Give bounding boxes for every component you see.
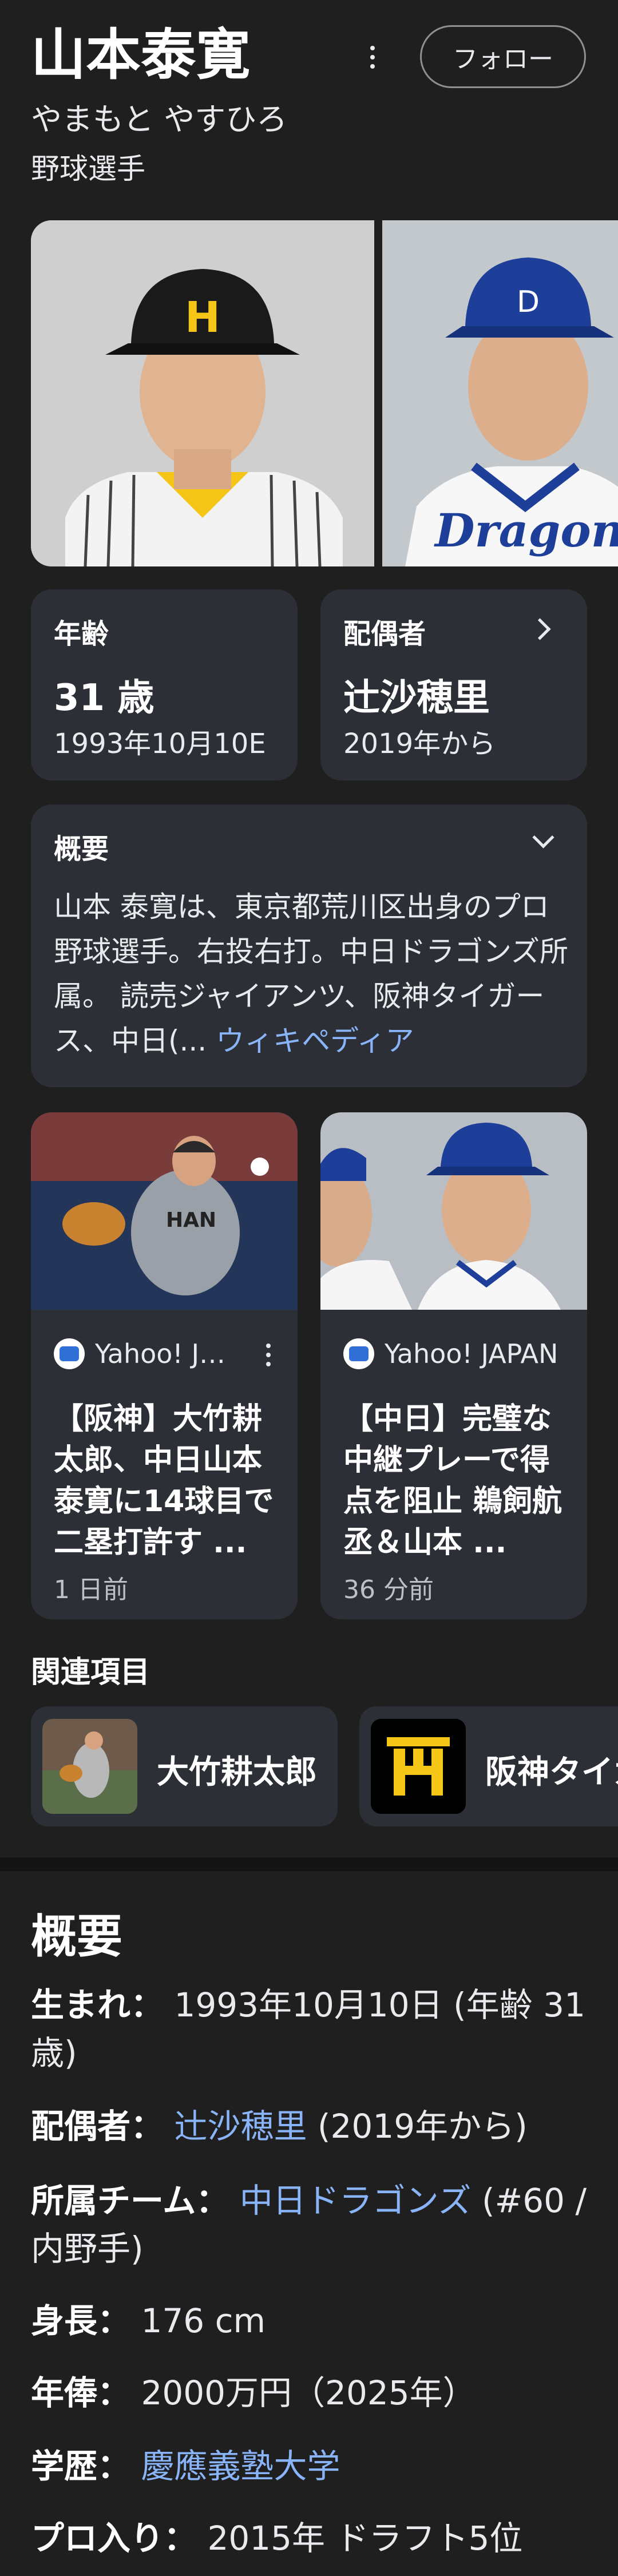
svg-text:Dragons: Dragons (434, 504, 618, 557)
fact-team: 所属チーム： 中日ドラゴンズ (#60 / 内野手) (31, 2177, 592, 2273)
news-source-name: Yahoo! J… (95, 1338, 226, 1369)
news-time: 36 分前 (343, 1575, 434, 1604)
svg-text:HAN: HAN (166, 1208, 216, 1232)
fact-born: 生まれ： 1993年10月10日 (年齢 31歳) (31, 1981, 592, 2077)
spouse-card[interactable]: 配偶者 辻沙穂里 2019年から (320, 589, 587, 780)
education-link[interactable]: 慶應義塾大学 (130, 2447, 340, 2486)
player-photo-dragons[interactable]: Dragons D (382, 220, 618, 566)
related-label: 大竹耕太郎 (157, 1754, 317, 1791)
fact-label: 所属チーム： (31, 2181, 229, 2220)
fact-education: 学歴： 慶應義塾大学 (31, 2442, 592, 2490)
fact-label: 生まれ： (31, 1985, 164, 2024)
fact-value: 176 cm (130, 2301, 266, 2340)
more-vert-icon[interactable] (260, 1341, 277, 1370)
fact-height: 身長： 176 cm (31, 2297, 592, 2345)
spouse-label: 配偶者 (343, 618, 426, 650)
fact-value: 2015年 ドラフト5位 (197, 2519, 523, 2558)
fact-pro-debut: プロ入り： 2015年 ドラフト5位 (31, 2514, 592, 2562)
age-value: 31 歳 (54, 677, 154, 719)
news-card[interactable]: HAN Yahoo! J… 【阪神】大竹耕太郎、中日山本泰寛に14球目で二塁打許… (31, 1112, 298, 1619)
overview-heading: 概要 (31, 1910, 122, 1963)
yahoo-logo-icon (54, 1338, 85, 1369)
related-item[interactable]: 大竹耕太郎 (31, 1706, 338, 1826)
fact-label: 年俸： (31, 2373, 131, 2412)
entity-reading: やまもと やすひろ (31, 101, 288, 137)
tigers-logo-icon (371, 1719, 466, 1814)
overview-text: 山本 泰寛は、東京都荒川区出身のプロ野球選手。右投右打。中日ドラゴンズ所属。 読… (54, 885, 569, 1063)
age-card: 年齢 31 歳 1993年10月10E (31, 589, 298, 780)
fact-label: プロ入り： (31, 2519, 197, 2558)
news-source-name: Yahoo! JAPAN (385, 1338, 558, 1369)
svg-text:H: H (185, 293, 220, 342)
news-source: Yahoo! JAPAN (343, 1338, 558, 1369)
fact-spouse: 配偶者： 辻沙穂里 (2019年から) (31, 2102, 592, 2150)
related-item[interactable]: 阪神タイガ (359, 1706, 618, 1826)
fact-label: 学歴： (31, 2447, 131, 2486)
entity-occupation: 野球選手 (31, 152, 145, 185)
fact-value: (2019年から) (307, 2107, 528, 2146)
player-photo-tigers[interactable]: H (31, 220, 374, 566)
news-headline[interactable]: 【中日】完璧な中継プレーで得点を阻止 鵜飼航丞＆山本 ... (343, 1398, 572, 1563)
birthdate-value: 1993年10月10E (54, 728, 266, 760)
news-thumbnail (320, 1112, 587, 1310)
news-headline[interactable]: 【阪神】大竹耕太郎、中日山本泰寛に14球目で二塁打許す ... (54, 1398, 283, 1563)
chevron-right-icon (529, 618, 551, 640)
fact-label: 配偶者： (31, 2107, 164, 2146)
follow-button[interactable]: フォロー (420, 25, 586, 88)
spouse-since: 2019年から (343, 728, 496, 760)
section-divider (0, 1857, 618, 1871)
news-thumbnail: HAN (31, 1112, 298, 1310)
spouse-link[interactable]: 辻沙穂里 (164, 2107, 307, 2146)
fact-value: 2000万円（2025年） (130, 2373, 476, 2412)
related-label: 阪神タイガ (485, 1754, 618, 1791)
news-card[interactable]: Yahoo! JAPAN 【中日】完璧な中継プレーで得点を阻止 鵜飼航丞＆山本 … (320, 1112, 587, 1619)
overview-card[interactable]: 概要 山本 泰寛は、東京都荒川区出身のプロ野球選手。右投右打。中日ドラゴンズ所属… (31, 804, 587, 1087)
related-thumbnail (42, 1719, 137, 1814)
more-vert-icon[interactable] (355, 40, 389, 74)
news-time: 1 日前 (54, 1575, 128, 1604)
team-link[interactable]: 中日ドラゴンズ (229, 2181, 472, 2220)
chevron-down-icon[interactable] (532, 826, 554, 849)
fact-salary: 年俸： 2000万円（2025年） (31, 2369, 592, 2417)
overview-card-label: 概要 (54, 833, 109, 865)
svg-text:D: D (517, 285, 540, 319)
yahoo-logo-icon (343, 1338, 374, 1369)
related-heading: 関連項目 (31, 1655, 150, 1690)
spouse-name: 辻沙穂里 (343, 677, 490, 719)
wikipedia-link[interactable]: ウィキペディア (216, 1024, 414, 1057)
image-carousel[interactable]: H Dragons D (31, 220, 618, 566)
news-source: Yahoo! J… (54, 1338, 225, 1369)
age-label: 年齢 (54, 618, 109, 650)
fact-label: 身長： (31, 2301, 131, 2340)
